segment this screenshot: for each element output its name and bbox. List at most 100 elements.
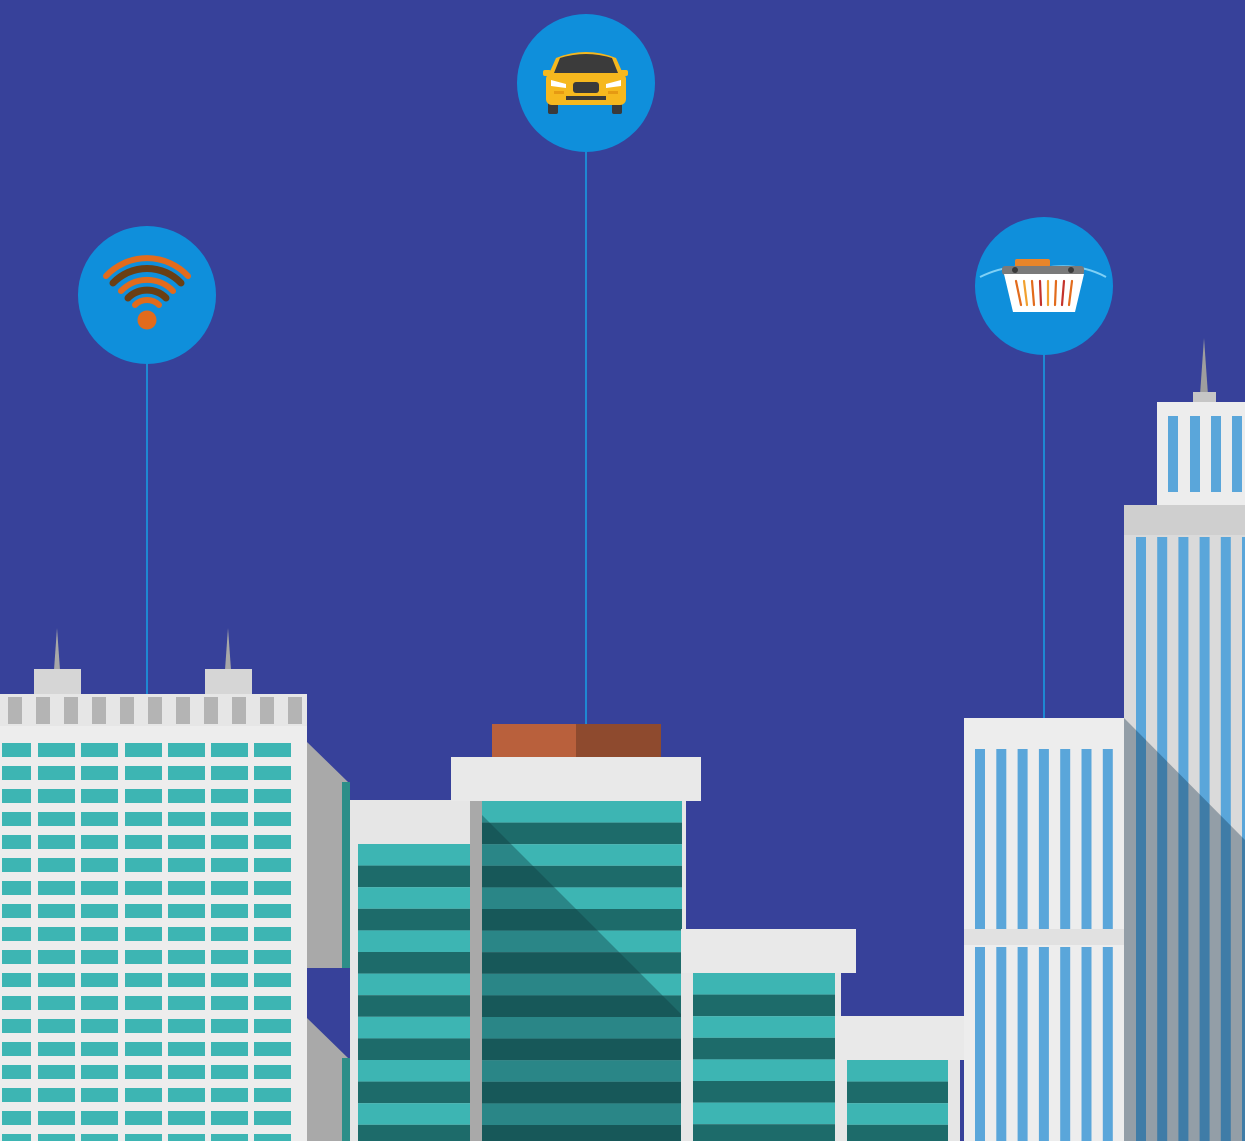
left-window [211,1134,248,1141]
left-window [254,927,291,941]
right-center-glass-bands [693,973,835,1141]
left-window [125,766,162,780]
left-window [168,1134,205,1141]
left-window [81,766,118,780]
left-window [168,743,205,757]
left-office-tower [0,628,350,1141]
left-window [81,1065,118,1079]
left-window [211,927,248,941]
left-window [81,1111,118,1125]
left-window [211,835,248,849]
left-window [254,1019,291,1033]
left-window [125,1019,162,1033]
left-window [211,950,248,964]
left-window [211,904,248,918]
left-window [38,973,75,987]
left-window [254,766,291,780]
left-window [2,1111,31,1125]
left-window [38,835,75,849]
center-low-roof [350,800,480,844]
left-window [254,812,291,826]
left-window [81,1019,118,1033]
right-center-band [693,1102,835,1125]
small-block-roof [835,1016,970,1060]
right-blue-tower [964,718,1128,1141]
left-window [168,973,205,987]
left-window [38,996,75,1010]
car-icon [543,52,628,114]
left-window [38,881,75,895]
left-window [2,812,31,826]
left-window [38,766,75,780]
left-window [81,743,118,757]
left-window [81,1088,118,1102]
left-window [125,996,162,1010]
right-center-band [693,1124,835,1141]
blue-window-stripe [1102,749,1113,929]
small-block-band [847,1103,948,1125]
center-low-band [358,930,470,952]
center-low-band [358,1103,470,1125]
tall-top-stripe [1232,416,1242,492]
right-center-band [693,1081,835,1103]
left-window [38,1019,75,1033]
left-rooftop-box-1 [34,669,81,695]
left-window [81,881,118,895]
left-side-edge-lower [342,1058,350,1141]
left-window [81,789,118,803]
left-window [2,927,31,941]
left-window [38,950,75,964]
tall-shoulder [1124,505,1245,535]
left-window [211,1019,248,1033]
left-window [168,1111,205,1125]
blue-window-stripe [975,749,985,929]
tall-top-stripe [1168,416,1178,492]
left-window [211,766,248,780]
left-window [211,743,248,757]
left-window [38,789,75,803]
left-window [38,1042,75,1056]
blue-window-stripe [1017,947,1028,1141]
left-window [2,996,31,1010]
right-center-band [693,994,835,1017]
basket-bubble [975,217,1113,355]
left-window [2,1088,31,1102]
center-roof-slab [451,757,701,801]
left-window [168,835,205,849]
blue-window-stripe [1017,749,1028,929]
left-window [81,904,118,918]
left-window [254,904,291,918]
left-window [2,950,31,964]
left-window [125,743,162,757]
center-band [482,801,682,823]
right-center-roof [681,929,856,973]
left-window [168,904,205,918]
left-window [81,858,118,872]
left-window [125,1134,162,1141]
center-low-band [358,1124,470,1141]
left-window [211,973,248,987]
center-low-band [358,973,470,996]
blue-tower-floor-separator [964,929,1128,945]
left-window [254,1042,291,1056]
center-low-band [358,1081,470,1104]
left-window [125,1088,162,1102]
center-low-band [358,1038,470,1060]
left-window [168,812,205,826]
center-low-band [358,952,470,974]
car-bubble [517,14,655,152]
center-low-band [358,995,470,1017]
left-window [168,766,205,780]
left-window [168,1065,205,1079]
left-window [125,789,162,803]
left-window [38,743,75,757]
center-low-band [358,887,470,909]
left-window [125,881,162,895]
left-window [81,950,118,964]
left-window [168,858,205,872]
left-window [168,881,205,895]
tall-top-stripe [1211,416,1221,492]
left-window [125,1111,162,1125]
center-low-band [358,844,470,866]
center-side-strip [470,801,482,1141]
